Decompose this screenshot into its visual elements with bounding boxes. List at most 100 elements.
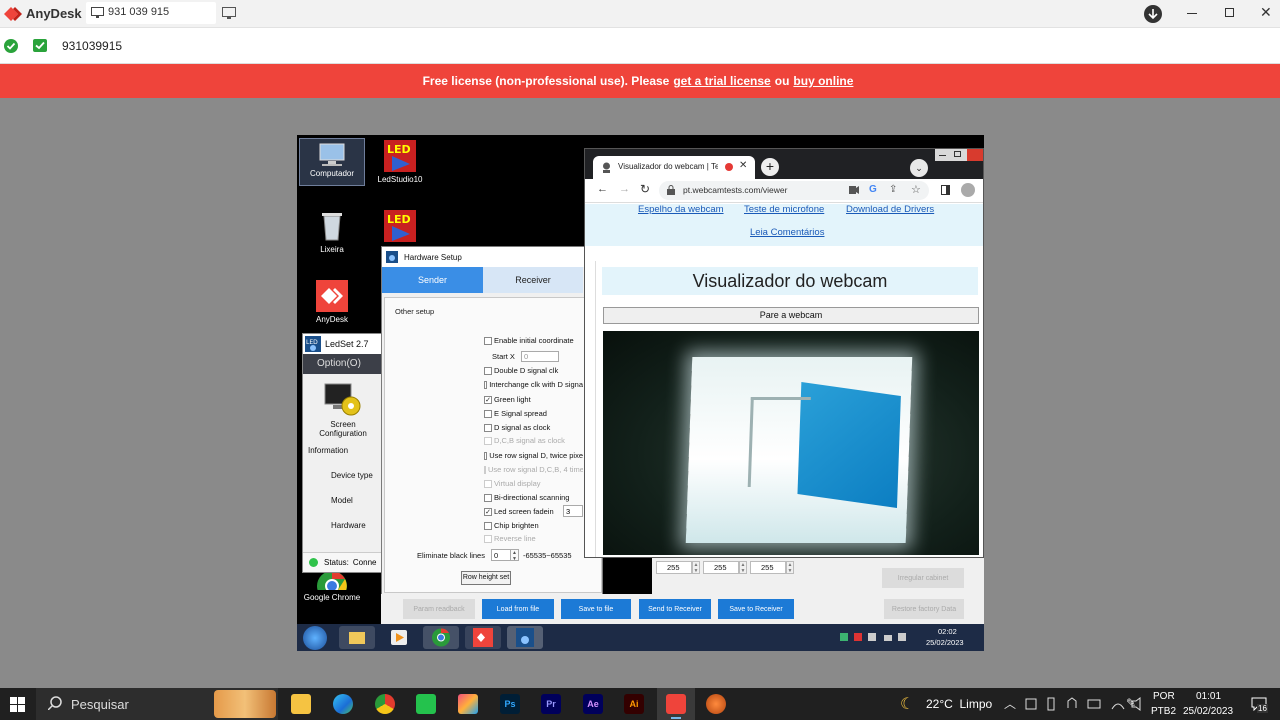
side-panel-icon[interactable] (941, 185, 950, 195)
camera-icon[interactable] (849, 186, 859, 194)
remote-chrome-icon[interactable] (423, 626, 459, 649)
stop-webcam-button[interactable]: Pare a webcam (603, 307, 979, 324)
ledset-menu-option[interactable]: Option(O) (303, 354, 383, 374)
checkbox-use-row-signal-d[interactable]: Use row signal D, twice pixe (484, 451, 583, 460)
windows-start-icon[interactable] (10, 697, 25, 712)
maximize-icon[interactable] (1225, 8, 1234, 17)
photoshop-icon[interactable]: Ps (500, 694, 520, 714)
save-to-file-button[interactable]: Save to file (561, 599, 631, 619)
after-effects-icon[interactable]: Ae (583, 694, 603, 714)
desktop-icon-lixeira[interactable]: Lixeira (299, 210, 365, 254)
hardware-setup-window[interactable]: Hardware Setup Sender Receiver Other set… (381, 246, 603, 624)
clock-date[interactable]: 25/02/2023 (1183, 706, 1233, 717)
desktop-icon-ledstudio[interactable]: LED LedStudio10 (367, 140, 433, 184)
maximize-icon[interactable] (954, 151, 961, 157)
checkbox-e-signal-spread[interactable]: E Signal spread (484, 409, 547, 418)
checkbox-bi-directional-scanning[interactable]: Bi-directional scanning (484, 493, 569, 502)
remote-anydesk-icon[interactable] (465, 626, 501, 649)
lang-top[interactable]: POR (1153, 691, 1175, 702)
close-icon[interactable] (967, 149, 983, 161)
pen-icon[interactable]: ✎ (1126, 696, 1136, 710)
checkbox-interchange-clk[interactable]: Interchange clk with D signa (484, 380, 583, 389)
tab-receiver[interactable]: Receiver (483, 267, 583, 293)
checkbox-enable-initial-coordinate[interactable]: Enable initial coordinate (484, 336, 574, 345)
drivers-link[interactable]: Download de Drivers (846, 204, 934, 215)
weather-text[interactable]: 22°C Limpo (926, 697, 992, 711)
checkbox-chip-brighten[interactable]: Chip brighten (484, 521, 539, 530)
send-to-receiver-button[interactable]: Send to Receiver (639, 599, 711, 619)
whatsapp-like-icon[interactable] (416, 694, 436, 714)
new-tab-button[interactable]: + (761, 158, 779, 176)
checkbox-led-screen-fadein[interactable]: ✓ Led screen fadein (484, 507, 554, 516)
browser-window[interactable]: Visualizador do webcam | Te ✕ + ⌄ ← → ↻ … (584, 148, 984, 558)
download-icon[interactable] (1144, 5, 1162, 23)
premiere-icon[interactable]: Pr (541, 694, 561, 714)
tab-remote-session[interactable]: 931 039 915 (86, 2, 216, 24)
desktop-icon-anydesk[interactable]: AnyDesk (299, 280, 365, 324)
photos-icon[interactable] (458, 694, 478, 714)
tab-search-icon[interactable]: ⌄ (910, 159, 928, 177)
tab-close-icon[interactable]: ✕ (739, 160, 747, 171)
anydesk-taskbar-active[interactable] (657, 688, 695, 720)
profile-avatar[interactable] (961, 183, 975, 197)
file-explorer-icon[interactable] (291, 694, 311, 714)
tab-sender[interactable]: Sender (382, 267, 483, 293)
stepper-icon[interactable]: ▲ ▼ (692, 561, 700, 574)
save-to-receiver-button[interactable]: Save to Receiver (718, 599, 794, 619)
rgb-green-spinner[interactable]: 255 ▲ ▼ (703, 561, 747, 574)
bookmark-star-icon[interactable]: ☆ (911, 183, 921, 196)
screen-config-gear-icon[interactable] (323, 380, 363, 420)
microphone-test-link[interactable]: Teste de microfone (744, 204, 824, 215)
remote-ledset-icon[interactable] (507, 626, 543, 649)
rgb-blue-spinner[interactable]: 255 ▲ ▼ (750, 561, 794, 574)
clock-time[interactable]: 01:01 (1196, 691, 1221, 702)
stepper-icon[interactable]: ▲ ▼ (786, 561, 794, 574)
checkbox-d-signal-as-clock[interactable]: D signal as clock (484, 423, 550, 432)
mirror-link[interactable]: Espelho da webcam (638, 204, 724, 215)
omnibox[interactable]: pt.webcamtests.com/viewer G ⇪ ☆ (659, 181, 929, 200)
lang-bottom[interactable]: PTB2 (1151, 706, 1176, 717)
desktop-icon-computador[interactable]: Computador (299, 138, 365, 186)
stepper-icon[interactable]: ▲ ▼ (739, 561, 747, 574)
new-tab-icon[interactable] (222, 7, 236, 20)
checkbox-double-d-signal-clk[interactable]: Double D signal clk (484, 366, 558, 375)
remote-start-button[interactable] (303, 626, 327, 650)
remote-explorer-icon[interactable] (339, 626, 375, 649)
start-x-input[interactable]: 0 (520, 351, 559, 362)
taskbar-search[interactable]: Pesquisar (36, 688, 278, 720)
browser-tab[interactable]: Visualizador do webcam | Te ✕ (593, 156, 755, 179)
close-icon[interactable]: ✕ (1260, 4, 1272, 21)
game-app-icon[interactable] (706, 694, 726, 714)
back-icon[interactable]: ← (597, 183, 608, 195)
google-icon[interactable]: G (869, 184, 877, 195)
edge-icon[interactable] (333, 694, 353, 714)
stepper-icon[interactable]: ▲ ▼ (510, 549, 519, 562)
screen-configuration-label[interactable]: Screen Configuration (313, 420, 373, 438)
eliminate-input[interactable]: 0 (490, 549, 511, 561)
fadein-value-input[interactable]: 3 (563, 505, 583, 517)
remote-tray-icons[interactable] (840, 632, 915, 642)
desktop-icon-ledset-shortcut[interactable]: LED (367, 210, 433, 245)
ledset-window[interactable]: LED LedSet 2.7 Option(O) Screen Configur… (302, 333, 384, 573)
illustrator-icon[interactable]: Ai (624, 694, 644, 714)
tray-chevron-icon[interactable]: ︿ (1004, 695, 1016, 712)
trial-license-link[interactable]: get a trial license (673, 74, 770, 88)
minimize-icon[interactable] (939, 155, 946, 156)
start-x-row: Start X 0 (492, 351, 559, 362)
buy-online-link[interactable]: buy online (793, 74, 853, 88)
row-height-set-button[interactable]: Row height set (461, 571, 511, 585)
anydesk-addressbar: 931039915 ★ (0, 28, 1280, 82)
remote-media-icon[interactable] (381, 626, 417, 649)
checkbox-green-light[interactable]: ✓ Green light (484, 395, 531, 404)
remote-address[interactable]: 931039915 (62, 39, 122, 53)
reload-icon[interactable]: ↻ (640, 182, 650, 196)
minimize-icon[interactable] (1187, 13, 1197, 14)
desktop-icon-chrome[interactable]: Google Chrome (299, 570, 365, 602)
share-icon[interactable]: ⇪ (889, 184, 897, 195)
window-controls[interactable] (935, 149, 983, 161)
rgb-red-spinner[interactable]: 255 ▲ ▼ (656, 561, 700, 574)
chrome-taskbar-icon[interactable] (375, 694, 395, 714)
comments-link[interactable]: Leia Comentários (750, 227, 824, 238)
load-from-file-button[interactable]: Load from file (482, 599, 554, 619)
forward-icon[interactable]: → (619, 183, 630, 195)
